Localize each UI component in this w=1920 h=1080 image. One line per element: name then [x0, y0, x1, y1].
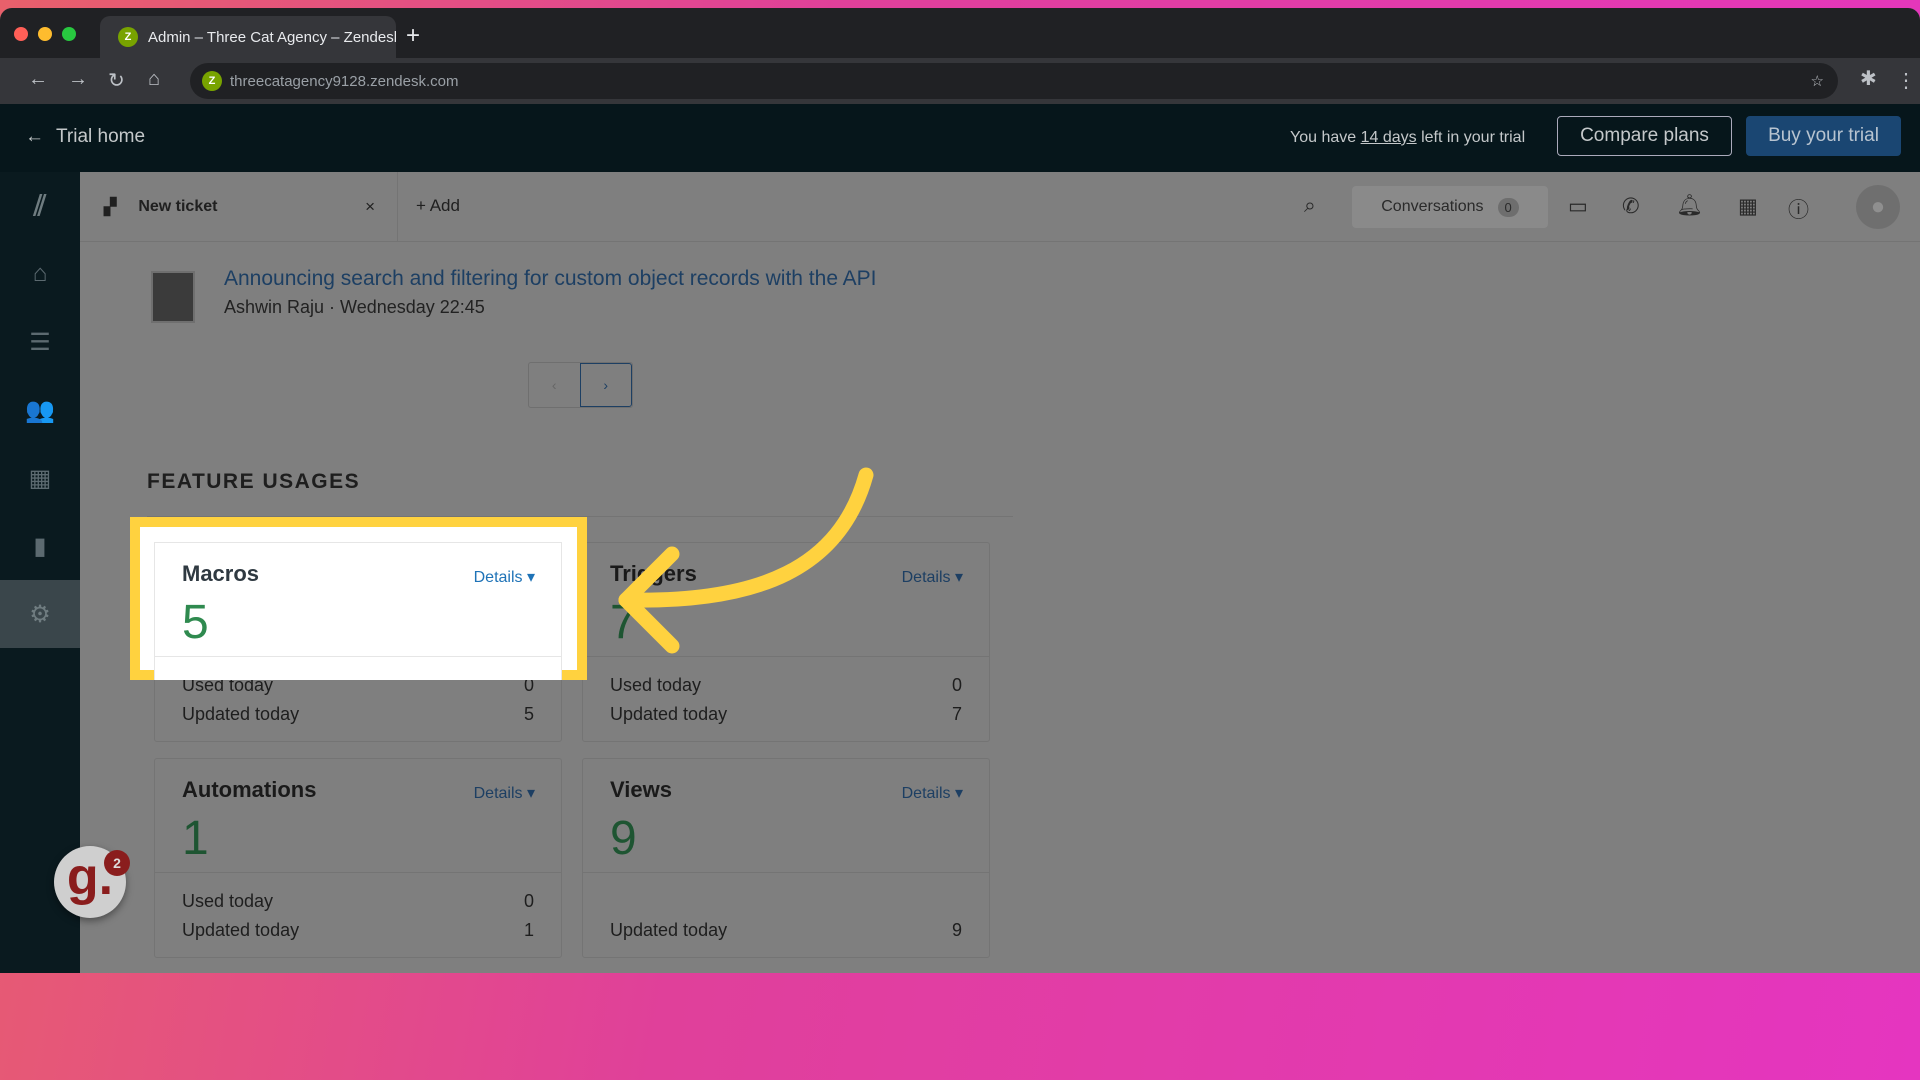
- annotation-arrow-icon: [618, 467, 874, 654]
- g2-notification-badge: 2: [104, 850, 130, 876]
- browser-window: Z Admin – Three Cat Agency – Zendesk + ← …: [0, 8, 1920, 973]
